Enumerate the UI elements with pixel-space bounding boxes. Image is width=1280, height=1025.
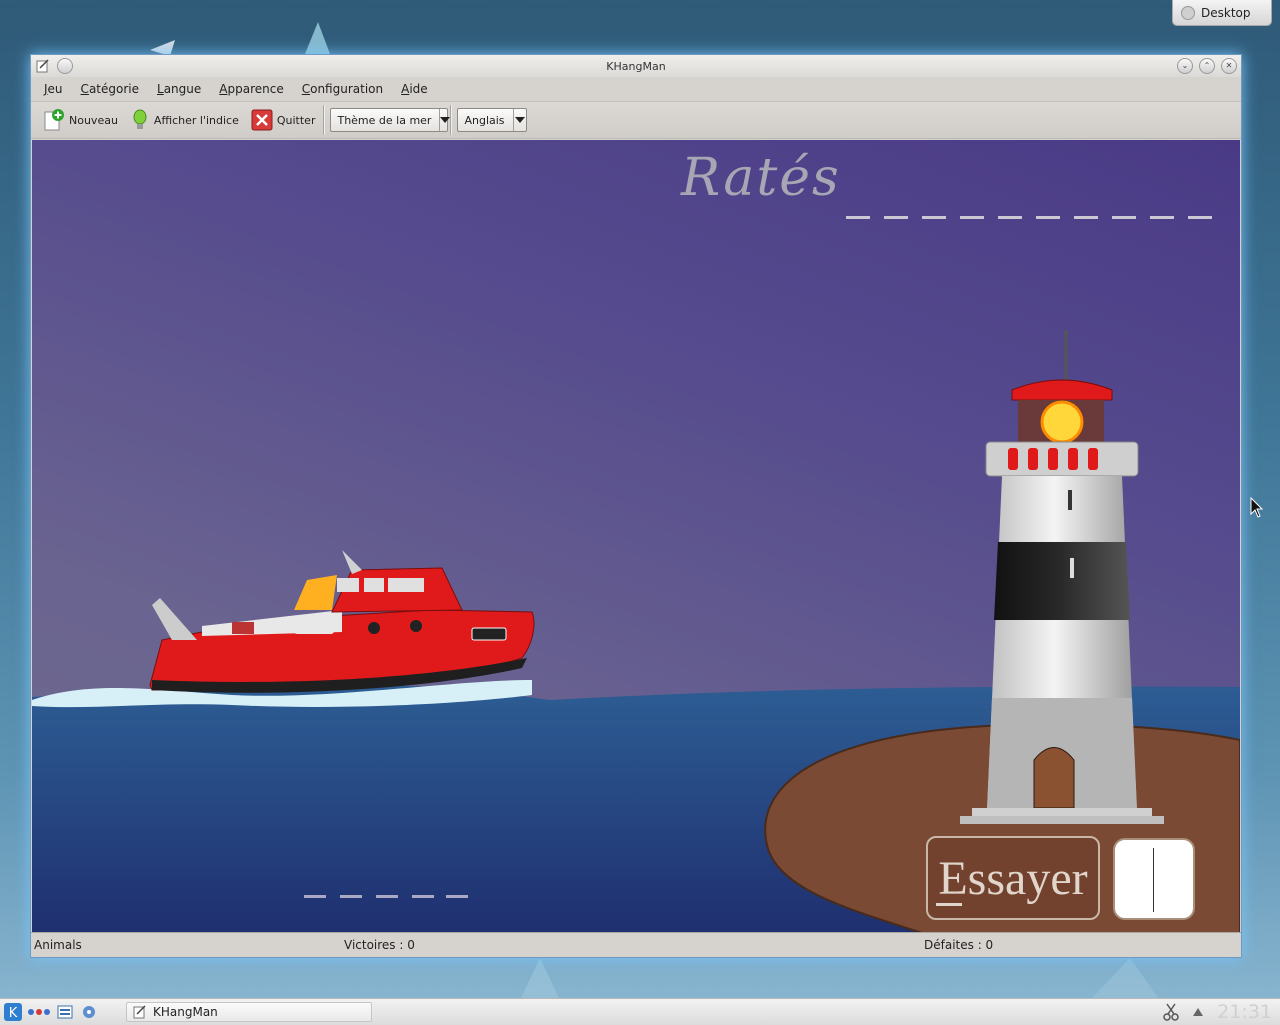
quit-button[interactable]: Quitter: [245, 104, 322, 136]
chevron-down-icon: [439, 109, 451, 131]
svg-text:K: K: [9, 1006, 18, 1021]
show-hint-button[interactable]: Afficher l'indice: [124, 104, 245, 136]
letter-input[interactable]: [1113, 838, 1195, 920]
app-menu-icon[interactable]: [35, 58, 51, 74]
kde-launcher-icon[interactable]: K: [2, 1001, 24, 1023]
quit-icon: [251, 109, 273, 131]
minimize-icon[interactable]: ⌄: [1177, 58, 1193, 74]
pin-icon[interactable]: [57, 58, 73, 74]
desktop-button-label: Desktop: [1201, 5, 1251, 20]
new-document-icon: [44, 109, 64, 131]
new-game-label: Nouveau: [69, 113, 118, 127]
language-select[interactable]: Anglais: [457, 108, 528, 132]
file-manager-icon[interactable]: [54, 1001, 76, 1023]
menu-bar: Jeu Catégorie Langue Apparence Configura…: [31, 77, 1241, 101]
system-tray: 21:31: [1163, 1001, 1272, 1023]
desktop-button[interactable]: Desktop: [1172, 0, 1272, 26]
menu-apparence[interactable]: Apparence: [210, 77, 292, 101]
lightbulb-icon: [133, 109, 147, 129]
activities-icon[interactable]: [26, 1001, 52, 1023]
toolbar-separator: [323, 105, 325, 135]
close-icon[interactable]: ✕: [1221, 58, 1237, 74]
menu-categorie[interactable]: Catégorie: [72, 77, 148, 101]
theme-select[interactable]: Thème de la mer: [330, 108, 451, 132]
menu-configuration[interactable]: Configuration: [293, 77, 392, 101]
status-wins: Victoires : 0: [344, 938, 415, 952]
maximize-icon[interactable]: ⌃: [1199, 58, 1215, 74]
khangman-app-icon: [133, 1005, 146, 1019]
quit-label: Quitter: [276, 113, 316, 127]
show-hint-label: Afficher l'indice: [153, 113, 239, 127]
taskbar: K KHangMan 21:31: [0, 998, 1280, 1025]
lighthouse: [960, 330, 1164, 824]
try-button-label: Essayer: [938, 851, 1088, 905]
text-caret: [1153, 848, 1154, 912]
status-category: Animals: [34, 938, 82, 952]
theme-select-value: Thème de la mer: [337, 113, 432, 127]
word-letter-slots: [304, 895, 468, 898]
toolbar: Nouveau Afficher l'indice Quitter Thème …: [31, 101, 1241, 139]
new-game-button[interactable]: Nouveau: [37, 104, 124, 136]
toolbar-separator: [450, 105, 452, 135]
try-button-underline: [936, 903, 962, 906]
try-button[interactable]: Essayer: [926, 836, 1100, 920]
clock[interactable]: 21:31: [1217, 1001, 1272, 1023]
tray-expand-icon[interactable]: [1193, 1008, 1204, 1016]
menu-jeu[interactable]: Jeu: [35, 77, 72, 101]
menu-langue[interactable]: Langue: [148, 77, 210, 101]
task-khangman[interactable]: KHangMan: [126, 1002, 372, 1022]
task-khangman-label: KHangMan: [153, 1005, 218, 1019]
khangman-window: KHangMan ⌄ ⌃ ✕ Jeu Catégorie Langue Appa…: [30, 54, 1242, 958]
language-select-value: Anglais: [464, 113, 505, 127]
chevron-down-icon: [512, 109, 527, 131]
misses-label: Ratés: [681, 148, 841, 208]
settings-icon[interactable]: [78, 1001, 100, 1023]
menu-aide[interactable]: Aide: [392, 77, 437, 101]
mouse-cursor-icon: [1250, 497, 1264, 518]
game-scene: Ratés Essayer: [32, 140, 1240, 933]
boat: [32, 550, 535, 708]
missed-letters-slots: [846, 216, 1212, 219]
title-bar[interactable]: KHangMan ⌄ ⌃ ✕: [31, 55, 1241, 77]
window-title: KHangMan: [606, 59, 666, 73]
scissors-icon[interactable]: [1163, 1003, 1179, 1021]
desktop-icon: [1181, 5, 1195, 20]
status-bar: Animals Victoires : 0 Défaites : 0: [31, 932, 1241, 957]
status-losses: Défaites : 0: [924, 938, 994, 952]
